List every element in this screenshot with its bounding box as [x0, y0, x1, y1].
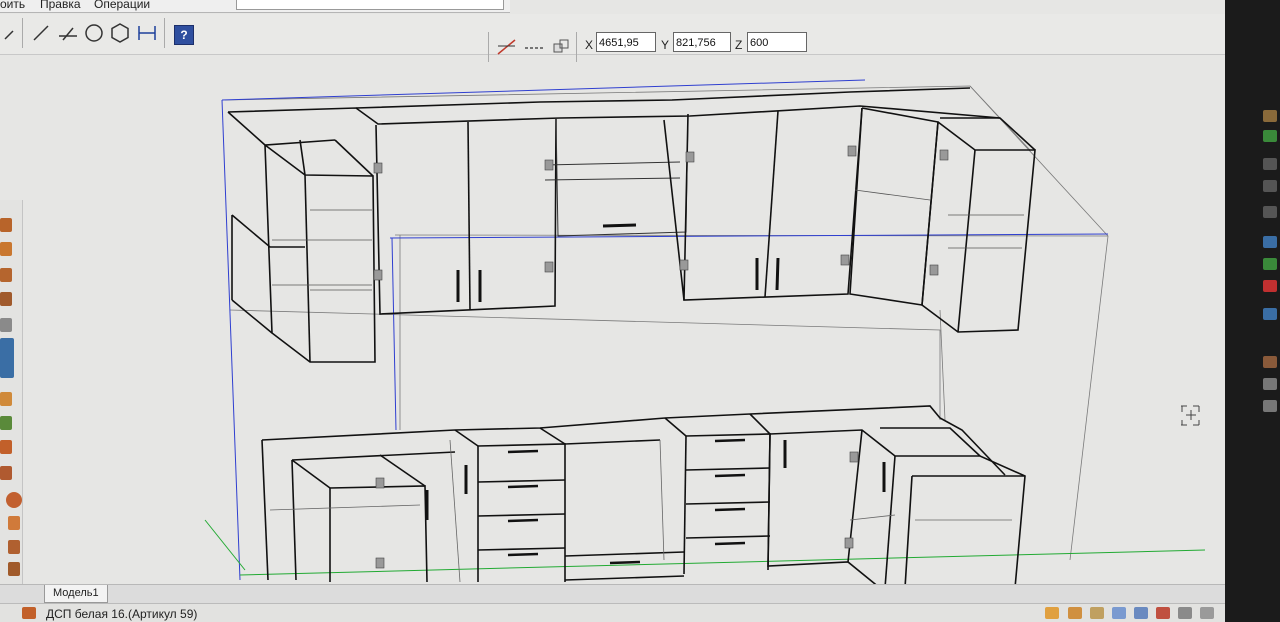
dimension-tool-icon[interactable]: [134, 20, 160, 46]
y-coordinate-label: Y: [661, 38, 670, 52]
handle-icon[interactable]: [0, 440, 12, 454]
cone-icon[interactable]: [8, 516, 20, 530]
status-icon-3[interactable]: [1090, 607, 1104, 619]
status-icon-5[interactable]: [1134, 607, 1148, 619]
right-tool-10-icon[interactable]: [1263, 356, 1277, 368]
help-icon[interactable]: ?: [174, 25, 194, 45]
fitting-icon[interactable]: [0, 466, 12, 480]
right-tool-11-icon[interactable]: [1263, 378, 1277, 390]
menu-item-edit[interactable]: Правка: [40, 0, 81, 11]
tab-model1[interactable]: Модель1: [44, 585, 108, 603]
sphere-icon[interactable]: [6, 492, 22, 508]
y-coordinate-field[interactable]: 821,756: [673, 32, 731, 52]
cylinder-icon[interactable]: [8, 540, 20, 554]
top-input-field[interactable]: [236, 0, 504, 10]
3d-viewport[interactable]: [0, 54, 1225, 589]
status-icon-7[interactable]: [1178, 607, 1192, 619]
right-tool-7-icon[interactable]: [1263, 258, 1277, 270]
material-status: ДСП белая 16.(Артикул 59): [46, 607, 198, 621]
kitchen-wireframe: [204, 79, 1206, 589]
z-coordinate-field[interactable]: 600: [747, 32, 807, 52]
parallel-line-tool-icon[interactable]: [55, 20, 81, 46]
profile-icon[interactable]: [0, 392, 12, 406]
circle-tool-icon[interactable]: [81, 20, 107, 46]
menu-item-operations[interactable]: Операции: [94, 0, 150, 11]
hexagon-tool-icon[interactable]: [107, 20, 133, 46]
right-tool-1-icon[interactable]: [1263, 110, 1277, 122]
x-coordinate-label: X: [585, 38, 594, 52]
material-icon: [22, 607, 36, 619]
right-tool-4-icon[interactable]: [1263, 180, 1277, 192]
menu-item-build[interactable]: оить: [0, 0, 25, 11]
block-icon[interactable]: [8, 562, 20, 576]
status-icon-1[interactable]: [1045, 607, 1059, 619]
curve-panel-icon[interactable]: [0, 292, 12, 306]
status-icon-2[interactable]: [1068, 607, 1082, 619]
edge-icon[interactable]: [0, 242, 12, 256]
model-tab-bar: Модель1: [0, 584, 1225, 603]
status-icon-6[interactable]: [1156, 607, 1170, 619]
right-tool-8-icon[interactable]: [1263, 280, 1277, 292]
right-toolbar: [1255, 110, 1280, 420]
right-tool-6-icon[interactable]: [1263, 236, 1277, 248]
right-tool-2-icon[interactable]: [1263, 130, 1277, 142]
box-icon[interactable]: [0, 268, 12, 282]
grid-icon[interactable]: [0, 318, 12, 332]
line-tool-icon[interactable]: [28, 20, 54, 46]
status-bar: ДСП белая 16.(Артикул 59): [0, 603, 1225, 622]
right-tool-5-icon[interactable]: [1263, 206, 1277, 218]
right-tool-3-icon[interactable]: [1263, 158, 1277, 170]
x-coordinate-field[interactable]: 4651,95: [596, 32, 656, 52]
door-icon[interactable]: [0, 416, 12, 430]
status-icon-8[interactable]: [1200, 607, 1214, 619]
left-toolbar: [0, 200, 23, 600]
right-tool-12-icon[interactable]: [1263, 400, 1277, 412]
column-icon[interactable]: [0, 338, 14, 378]
z-coordinate-label: Z: [735, 38, 743, 52]
app-screen: оить Правка Операции ? X 4651,95 Y 821,7…: [0, 0, 1225, 622]
panel-icon[interactable]: [0, 218, 12, 232]
status-icon-4[interactable]: [1112, 607, 1126, 619]
right-tool-9-icon[interactable]: [1263, 308, 1277, 320]
